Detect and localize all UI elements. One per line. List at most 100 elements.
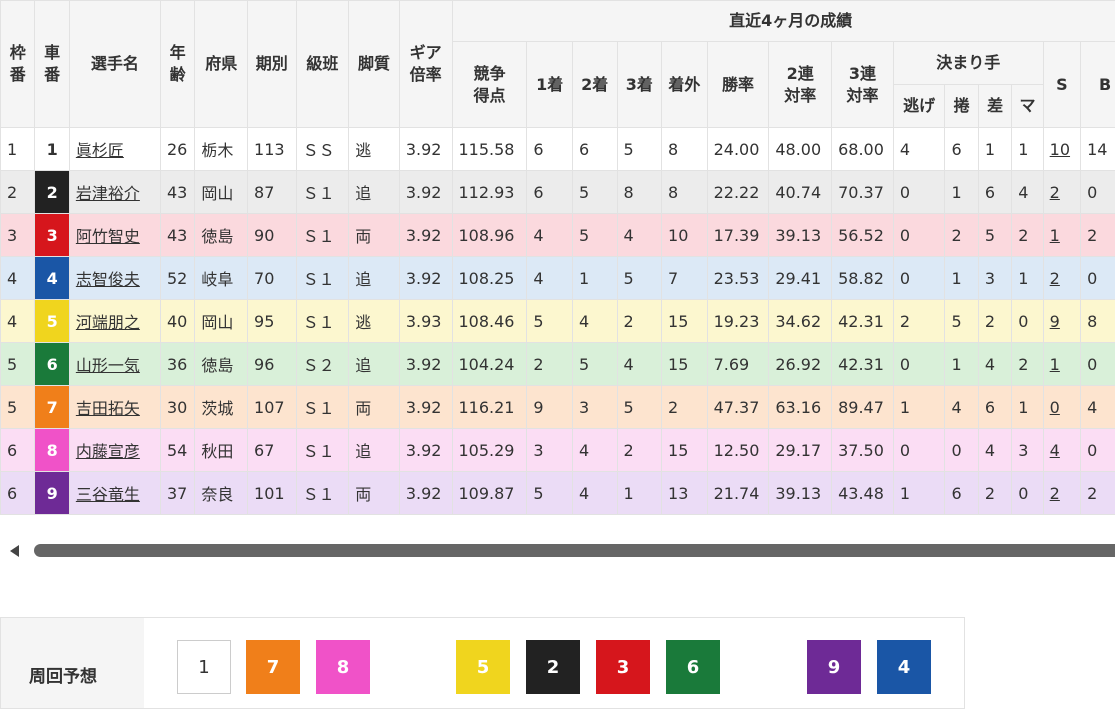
header-pref: 府県 <box>195 1 248 128</box>
s-count-cell: 2 <box>1043 257 1080 300</box>
header-nige: 逃げ <box>893 85 945 128</box>
rider-name-link[interactable]: 山形一気 <box>76 356 140 375</box>
mark-cell: 1 <box>1012 257 1043 300</box>
horizontal-scrollbar[interactable] <box>0 540 1115 560</box>
rider-name-link[interactable]: 岩津裕介 <box>76 184 140 203</box>
rider-name-cell: 三谷竜生 <box>69 472 160 515</box>
sashi-cell: 3 <box>978 257 1011 300</box>
mark-cell: 0 <box>1012 472 1043 515</box>
header-sashi: 差 <box>978 85 1011 128</box>
pref-cell: 徳島 <box>195 343 248 386</box>
pref-cell: 岡山 <box>195 300 248 343</box>
third-cell: 5 <box>617 128 662 171</box>
score-cell: 104.24 <box>452 343 527 386</box>
s-count-link[interactable]: 2 <box>1050 484 1060 503</box>
third-cell: 1 <box>617 472 662 515</box>
gear-cell: 3.92 <box>399 257 452 300</box>
rider-name-cell: 阿竹智史 <box>69 214 160 257</box>
s-count-link[interactable]: 4 <box>1050 441 1060 460</box>
rider-name-link[interactable]: 河端朋之 <box>76 313 140 332</box>
ren2-cell: 29.41 <box>769 257 832 300</box>
s-count-link[interactable]: 2 <box>1050 183 1060 202</box>
b-cell: 2 <box>1081 214 1115 257</box>
out-cell: 15 <box>662 429 708 472</box>
b-cell: 0 <box>1081 171 1115 214</box>
ren3-cell: 89.47 <box>832 386 894 429</box>
ren2-cell: 63.16 <box>769 386 832 429</box>
ren2-cell: 39.13 <box>769 214 832 257</box>
sashi-cell: 2 <box>978 472 1011 515</box>
rider-name-cell: 山形一気 <box>69 343 160 386</box>
makuri-cell: 6 <box>945 472 978 515</box>
triangle-left-icon[interactable] <box>10 545 19 557</box>
waku-cell: 4 <box>1 257 35 300</box>
rider-name-link[interactable]: 三谷竜生 <box>76 485 140 504</box>
age-cell: 37 <box>160 472 194 515</box>
mark-cell: 1 <box>1012 128 1043 171</box>
ren3-cell: 42.31 <box>832 300 894 343</box>
makuri-cell: 1 <box>945 171 978 214</box>
rider-name-link[interactable]: 志智俊夫 <box>76 270 140 289</box>
car-number-cell: 4 <box>35 257 69 300</box>
b-cell: 2 <box>1081 472 1115 515</box>
nige-cell: 4 <box>893 128 945 171</box>
forecast-car-box: 3 <box>596 640 650 694</box>
s-count-link[interactable]: 2 <box>1050 269 1060 288</box>
gear-cell: 3.93 <box>399 300 452 343</box>
waku-cell: 6 <box>1 472 35 515</box>
sashi-cell: 5 <box>978 214 1011 257</box>
score-cell: 109.87 <box>452 472 527 515</box>
score-cell: 108.46 <box>452 300 527 343</box>
scrollbar-thumb[interactable] <box>34 544 1115 557</box>
header-leg: 脚質 <box>349 1 400 128</box>
gear-cell: 3.92 <box>399 128 452 171</box>
car-number-cell: 3 <box>35 214 69 257</box>
mark-cell: 1 <box>1012 386 1043 429</box>
class-cell: Ｓ２ <box>296 343 349 386</box>
score-cell: 112.93 <box>452 171 527 214</box>
s-count-link[interactable]: 1 <box>1050 226 1060 245</box>
ren3-cell: 70.37 <box>832 171 894 214</box>
header-first: 1着 <box>527 42 573 128</box>
first-cell: 9 <box>527 386 573 429</box>
rider-name-link[interactable]: 眞杉匠 <box>76 141 124 160</box>
car-number-cell: 8 <box>35 429 69 472</box>
age-cell: 54 <box>160 429 194 472</box>
rider-name-link[interactable]: 内藤宣彦 <box>76 442 140 461</box>
sashi-cell: 1 <box>978 128 1011 171</box>
forecast-car-box: 2 <box>526 640 580 694</box>
header-class: 級班 <box>296 1 349 128</box>
s-count-link[interactable]: 1 <box>1050 355 1060 374</box>
table-row: 45河端朋之40岡山95Ｓ１逃3.93108.465421519.2334.62… <box>1 300 1115 343</box>
header-kimarite: 決まり手 <box>893 42 1043 85</box>
rider-name-link[interactable]: 阿竹智史 <box>76 227 140 246</box>
term-cell: 95 <box>248 300 297 343</box>
s-count-link[interactable]: 9 <box>1050 312 1060 331</box>
pref-cell: 奈良 <box>195 472 248 515</box>
s-count-link[interactable]: 10 <box>1050 140 1070 159</box>
rider-name-cell: 河端朋之 <box>69 300 160 343</box>
sashi-cell: 4 <box>978 429 1011 472</box>
win-cell: 22.22 <box>707 171 769 214</box>
term-cell: 96 <box>248 343 297 386</box>
waku-cell: 6 <box>1 429 35 472</box>
gear-cell: 3.92 <box>399 214 452 257</box>
s-count-cell: 2 <box>1043 171 1080 214</box>
out-cell: 2 <box>662 386 708 429</box>
first-cell: 6 <box>527 128 573 171</box>
ren3-cell: 43.48 <box>832 472 894 515</box>
rider-name-cell: 眞杉匠 <box>69 128 160 171</box>
header-makuri: 捲 <box>945 85 978 128</box>
leg-cell: 追 <box>349 257 400 300</box>
nige-cell: 0 <box>893 171 945 214</box>
mark-cell: 4 <box>1012 171 1043 214</box>
s-count-cell: 10 <box>1043 128 1080 171</box>
makuri-cell: 6 <box>945 128 978 171</box>
rider-name-link[interactable]: 吉田拓矢 <box>76 399 140 418</box>
s-count-cell: 1 <box>1043 214 1080 257</box>
s-count-cell: 4 <box>1043 429 1080 472</box>
makuri-cell: 0 <box>945 429 978 472</box>
leg-cell: 追 <box>349 343 400 386</box>
s-count-link[interactable]: 0 <box>1050 398 1060 417</box>
third-cell: 5 <box>617 257 662 300</box>
